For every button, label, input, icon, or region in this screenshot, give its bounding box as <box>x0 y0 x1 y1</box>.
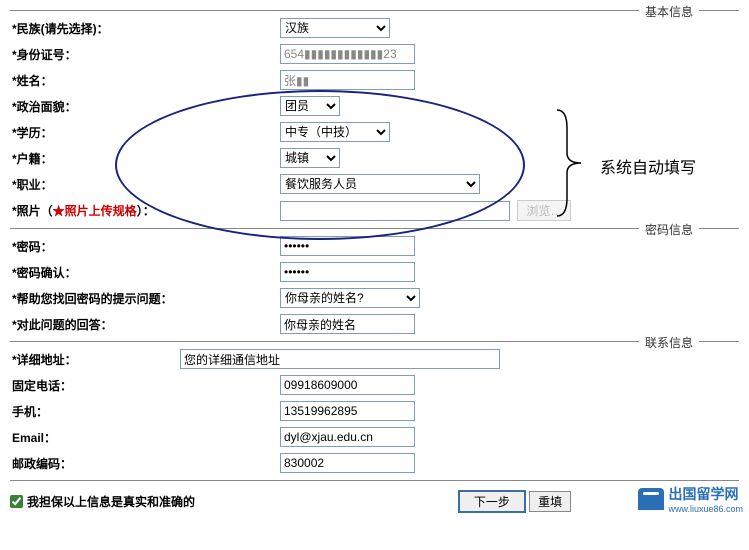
education-select[interactable]: 中专（中技） <box>280 122 390 142</box>
label-email: Email： <box>10 429 180 446</box>
divider-contact: 联系信息 <box>10 341 739 342</box>
hukou-select[interactable]: 城镇 <box>280 148 340 168</box>
hint-answer-input[interactable] <box>280 314 415 334</box>
divider-bottom <box>10 480 739 481</box>
divider-password: 密码信息 <box>10 228 739 229</box>
label-hukou: *户籍： <box>10 150 180 167</box>
photo-input[interactable] <box>280 201 510 221</box>
mobile-input[interactable] <box>280 401 415 421</box>
label-occupation: *职业： <box>10 176 180 193</box>
label-hint-answer: *对此问题的回答： <box>10 316 180 333</box>
hint-question-select[interactable]: 你母亲的姓名? <box>280 288 420 308</box>
password-input[interactable] <box>280 236 415 256</box>
label-hint-question: *帮助您找回密码的提示问题： <box>10 290 180 307</box>
email-input[interactable] <box>280 427 415 447</box>
label-password: *密码： <box>10 238 180 255</box>
confirm-label: 我担保以上信息是真实和准确的 <box>27 493 195 510</box>
divider-basic: 基本信息 <box>10 10 739 11</box>
annotation-text: 系统自动填写 <box>600 154 696 178</box>
next-button[interactable]: 下一步 <box>458 490 526 513</box>
label-politics: *政治面貌： <box>10 98 180 115</box>
ethnicity-select[interactable]: 汉族 <box>280 18 390 38</box>
politics-select[interactable]: 团员 <box>280 96 340 116</box>
browse-button: 浏览… <box>517 200 571 221</box>
label-address: *详细地址： <box>10 351 180 368</box>
label-ethnicity: *民族(请先选择)： <box>10 20 180 37</box>
watermark: 出国留学网 www.liuxue86.com <box>638 484 743 514</box>
label-photo: *照片（★照片上传规格）： <box>10 202 180 219</box>
password-confirm-input[interactable] <box>280 262 415 282</box>
label-password-confirm: *密码确认： <box>10 264 180 281</box>
label-name: *姓名： <box>10 72 180 89</box>
label-landline: 固定电话： <box>10 377 180 394</box>
photo-spec-link[interactable]: ★照片上传规格 <box>53 204 137 218</box>
label-education: *学历： <box>10 124 180 141</box>
label-postcode: 邮政编码： <box>10 455 180 472</box>
label-mobile: 手机： <box>10 403 180 420</box>
id-number-input <box>280 44 415 64</box>
address-input[interactable] <box>180 349 500 369</box>
watermark-icon <box>638 488 664 510</box>
section-basic-label: 基本信息 <box>639 3 699 20</box>
name-input <box>280 70 415 90</box>
section-password-label: 密码信息 <box>639 221 699 238</box>
label-id-number: *身份证号： <box>10 46 180 63</box>
postcode-input[interactable] <box>280 453 415 473</box>
reset-button[interactable]: 重填 <box>529 491 571 512</box>
section-contact-label: 联系信息 <box>639 334 699 351</box>
landline-input[interactable] <box>280 375 415 395</box>
occupation-select[interactable]: 餐饮服务人员 <box>280 174 480 194</box>
confirm-checkbox[interactable] <box>10 495 23 508</box>
